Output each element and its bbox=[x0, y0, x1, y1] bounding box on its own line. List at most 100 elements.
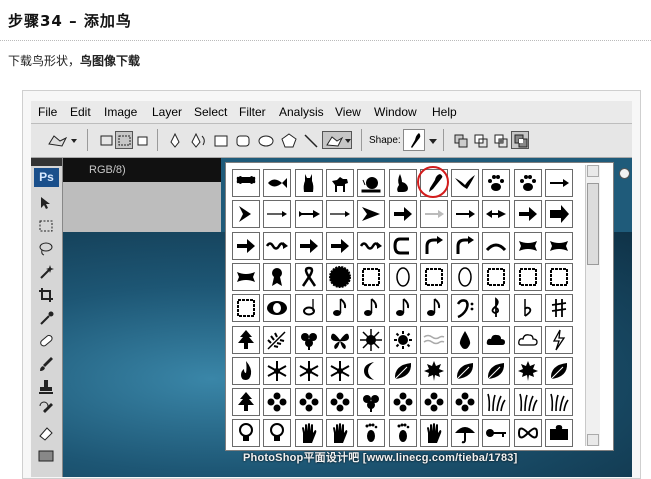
rectangle-tool-icon[interactable] bbox=[211, 131, 229, 149]
shape-cell[interactable] bbox=[232, 200, 260, 229]
combine-add-icon[interactable] bbox=[451, 131, 469, 149]
shape-cell[interactable] bbox=[482, 419, 511, 448]
menu-edit[interactable]: Edit bbox=[70, 105, 91, 119]
shape-cell[interactable] bbox=[263, 200, 292, 229]
menu-select[interactable]: Select bbox=[194, 105, 227, 119]
shape-cell[interactable] bbox=[451, 294, 480, 323]
shape-cell[interactable] bbox=[419, 200, 448, 229]
shape-cell[interactable] bbox=[325, 388, 354, 417]
menu-help[interactable]: Help bbox=[432, 105, 457, 119]
shape-cell[interactable] bbox=[263, 169, 292, 197]
menu-image[interactable]: Image bbox=[104, 105, 137, 119]
shape-cell[interactable] bbox=[451, 325, 480, 354]
shape-cell[interactable] bbox=[545, 325, 573, 354]
shape-cell[interactable] bbox=[513, 231, 542, 260]
shape-cell[interactable] bbox=[545, 388, 573, 417]
shape-cell[interactable] bbox=[294, 294, 323, 323]
shape-cell[interactable] bbox=[513, 356, 542, 385]
shape-cell[interactable] bbox=[325, 200, 354, 229]
gradient-tool[interactable] bbox=[37, 447, 55, 465]
eraser-tool[interactable] bbox=[37, 424, 55, 442]
shape-cell[interactable] bbox=[325, 169, 354, 197]
shape-cell[interactable] bbox=[451, 419, 480, 448]
shape-cell[interactable] bbox=[513, 388, 542, 417]
marquee-tool[interactable] bbox=[37, 217, 55, 235]
shape-cell[interactable] bbox=[513, 419, 542, 448]
shape-cell[interactable] bbox=[545, 419, 573, 448]
shape-cell[interactable] bbox=[388, 200, 417, 229]
shape-cell[interactable] bbox=[419, 388, 448, 417]
move-tool[interactable] bbox=[37, 194, 55, 212]
shape-cell[interactable] bbox=[388, 388, 417, 417]
shape-cell[interactable] bbox=[513, 325, 542, 354]
scroll-up-button[interactable] bbox=[587, 165, 599, 177]
shape-cell[interactable] bbox=[325, 262, 354, 291]
lasso-tool[interactable] bbox=[37, 240, 55, 258]
shape-cell[interactable] bbox=[232, 169, 260, 197]
scroll-down-button[interactable] bbox=[587, 434, 599, 446]
shape-cell[interactable] bbox=[357, 200, 386, 229]
shape-cell[interactable] bbox=[451, 356, 480, 385]
rounded-rectangle-tool-icon[interactable] bbox=[233, 131, 251, 149]
menu-window[interactable]: Window bbox=[374, 105, 417, 119]
shape-cell[interactable] bbox=[388, 294, 417, 323]
scroll-thumb[interactable] bbox=[587, 183, 599, 265]
shape-cell[interactable] bbox=[357, 356, 386, 385]
shape-cell[interactable] bbox=[325, 231, 354, 260]
polygon-tool-icon[interactable] bbox=[279, 131, 297, 149]
shape-cell[interactable] bbox=[419, 325, 448, 354]
shape-cell[interactable] bbox=[388, 169, 417, 197]
shape-cell[interactable] bbox=[545, 356, 573, 385]
menu-filter[interactable]: Filter bbox=[239, 105, 266, 119]
shape-cell[interactable] bbox=[294, 262, 323, 291]
brush-tool[interactable] bbox=[37, 355, 55, 373]
shape-cell[interactable] bbox=[482, 294, 511, 323]
shape-cell[interactable] bbox=[451, 200, 480, 229]
shape-cell[interactable] bbox=[513, 262, 542, 291]
shape-cell[interactable] bbox=[482, 388, 511, 417]
shape-cell[interactable] bbox=[357, 388, 386, 417]
shape-cell[interactable] bbox=[357, 231, 386, 260]
shape-cell[interactable] bbox=[294, 200, 323, 229]
shape-cell[interactable] bbox=[482, 231, 511, 260]
shape-cell[interactable] bbox=[294, 356, 323, 385]
paths-mode-icon[interactable] bbox=[115, 131, 133, 149]
shape-cell[interactable] bbox=[325, 325, 354, 354]
clone-stamp-tool[interactable] bbox=[37, 378, 55, 396]
shape-cell[interactable] bbox=[263, 231, 292, 260]
shape-cell[interactable] bbox=[357, 419, 386, 448]
shape-cell[interactable] bbox=[419, 356, 448, 385]
shape-cell[interactable] bbox=[451, 262, 480, 291]
shape-cell[interactable] bbox=[325, 294, 354, 323]
shape-cell[interactable] bbox=[513, 169, 542, 197]
shape-cell[interactable] bbox=[294, 231, 323, 260]
shape-cell[interactable] bbox=[545, 294, 573, 323]
bird-image-download-link[interactable]: 鸟图像下载 bbox=[80, 54, 140, 68]
eyedropper-tool[interactable] bbox=[37, 309, 55, 327]
shape-cell[interactable] bbox=[232, 356, 260, 385]
menu-file[interactable]: File bbox=[38, 105, 57, 119]
shape-cell[interactable] bbox=[451, 231, 480, 260]
shape-cell[interactable] bbox=[232, 419, 260, 448]
shape-cell[interactable] bbox=[232, 325, 260, 354]
pen-tool-icon[interactable] bbox=[165, 131, 183, 149]
healing-brush-tool[interactable] bbox=[37, 332, 55, 350]
shape-cell[interactable] bbox=[232, 294, 260, 323]
freeform-pen-icon[interactable] bbox=[187, 131, 209, 149]
ellipse-tool-icon[interactable] bbox=[256, 131, 274, 149]
shape-cell[interactable] bbox=[294, 169, 323, 197]
custom-shape-tool-icon[interactable] bbox=[322, 131, 352, 149]
shape-picker-button[interactable] bbox=[403, 129, 425, 151]
shape-cell[interactable] bbox=[482, 325, 511, 354]
menu-view[interactable]: View bbox=[335, 105, 361, 119]
shape-layers-mode-icon[interactable] bbox=[97, 131, 115, 149]
shape-cell[interactable] bbox=[482, 169, 511, 197]
shape-cell[interactable] bbox=[357, 325, 386, 354]
shape-cell[interactable] bbox=[388, 419, 417, 448]
shape-cell[interactable] bbox=[357, 169, 386, 197]
shape-cell[interactable] bbox=[325, 356, 354, 385]
shape-cell[interactable] bbox=[388, 231, 417, 260]
shape-cell[interactable] bbox=[232, 262, 260, 291]
shape-cell[interactable] bbox=[263, 356, 292, 385]
shape-cell[interactable] bbox=[545, 231, 573, 260]
